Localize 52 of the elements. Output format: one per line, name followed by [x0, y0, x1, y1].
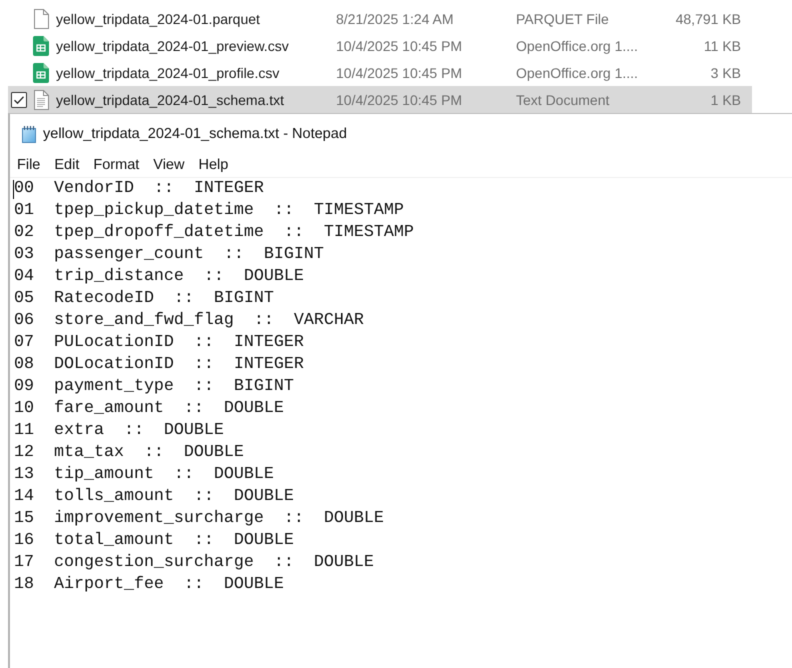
- text-line: 09 payment_type :: BIGINT: [14, 376, 294, 398]
- text-line: 02 tpep_dropoff_datetime :: TIMESTAMP: [14, 222, 414, 244]
- file-type: Text Document: [516, 92, 610, 108]
- file-size: 3 KB: [710, 64, 741, 80]
- text-line: 08 DOLocationID :: INTEGER: [14, 354, 304, 376]
- text-file-icon: [33, 90, 49, 110]
- text-line: 17 congestion_surcharge :: DOUBLE: [14, 552, 374, 574]
- text-line: 00 VendorID :: INTEGER: [14, 178, 264, 200]
- file-row[interactable]: yellow_tripdata_2024-01_profile.csv 10/4/2025 10:45 PM OpenOffice.org 1.... 3 KB: [8, 59, 752, 86]
- file-name: yellow_tripdata_2024-01_preview.csv: [56, 38, 289, 54]
- file-type: PARQUET File: [516, 10, 609, 26]
- text-cursor: [13, 180, 14, 199]
- text-line: 04 trip_distance :: DOUBLE: [14, 266, 304, 288]
- spreadsheet-file-icon: [33, 36, 49, 56]
- text-line: 07 PULocationID :: INTEGER: [14, 332, 304, 354]
- file-type: OpenOffice.org 1....: [516, 38, 638, 54]
- menu-item[interactable]: Format: [86, 155, 146, 175]
- text-line: 16 total_amount :: DOUBLE: [14, 530, 294, 552]
- spreadsheet-file-icon: [33, 62, 49, 82]
- text-line: 15 improvement_surcharge :: DOUBLE: [14, 508, 384, 530]
- file-name: yellow_tripdata_2024-01_schema.txt: [56, 92, 284, 108]
- text-line: 18 Airport_fee :: DOUBLE: [14, 574, 284, 596]
- text-line: 12 mta_tax :: DOUBLE: [14, 442, 244, 464]
- file-row[interactable]: yellow_tripdata_2024-01.parquet 8/21/2025 1:24 AM PARQUET File 48,791 KB: [8, 5, 752, 32]
- text-line: 06 store_and_fwd_flag :: VARCHAR: [14, 310, 364, 332]
- menu-item[interactable]: View: [146, 155, 192, 175]
- text-line: 05 RatecodeID :: BIGINT: [14, 288, 274, 310]
- text-line: 10 fare_amount :: DOUBLE: [14, 398, 284, 420]
- file-icon: [33, 8, 49, 28]
- file-size: 1 KB: [710, 92, 741, 108]
- text-line: 14 tolls_amount :: DOUBLE: [14, 486, 294, 508]
- file-date: 8/21/2025 1:24 AM: [336, 10, 454, 26]
- window-title: yellow_tripdata_2024-01_schema.txt - Notepad: [43, 126, 347, 142]
- menu-item[interactable]: Edit: [47, 155, 86, 175]
- file-name: yellow_tripdata_2024-01.parquet: [56, 10, 260, 26]
- file-date: 10/4/2025 10:45 PM: [336, 92, 462, 108]
- file-date: 10/4/2025 10:45 PM: [336, 64, 462, 80]
- file-row[interactable]: yellow_tripdata_2024-01_preview.csv 10/4/2025 10:45 PM OpenOffice.org 1.... 11 KB: [8, 32, 752, 59]
- file-date: 10/4/2025 10:45 PM: [336, 38, 462, 54]
- checkbox-icon[interactable]: [11, 92, 27, 108]
- text-line: 11 extra :: DOUBLE: [14, 420, 224, 442]
- file-name: yellow_tripdata_2024-01_profile.csv: [56, 64, 280, 80]
- text-line: 01 tpep_pickup_datetime :: TIMESTAMP: [14, 200, 404, 222]
- menu-item[interactable]: File: [10, 155, 48, 175]
- file-row[interactable]: yellow_tripdata_2024-01_schema.txt 10/4/2025 10:45 PM Text Document 1 KB: [8, 86, 752, 113]
- text-line: 13 tip_amount :: DOUBLE: [14, 464, 274, 486]
- text-line: 03 passenger_count :: BIGINT: [14, 244, 324, 266]
- file-size: 11 KB: [704, 38, 741, 54]
- file-type: OpenOffice.org 1....: [516, 64, 638, 80]
- menu-item[interactable]: Help: [191, 155, 236, 175]
- notepad-icon: [20, 124, 38, 142]
- file-size: 48,791 KB: [676, 10, 741, 26]
